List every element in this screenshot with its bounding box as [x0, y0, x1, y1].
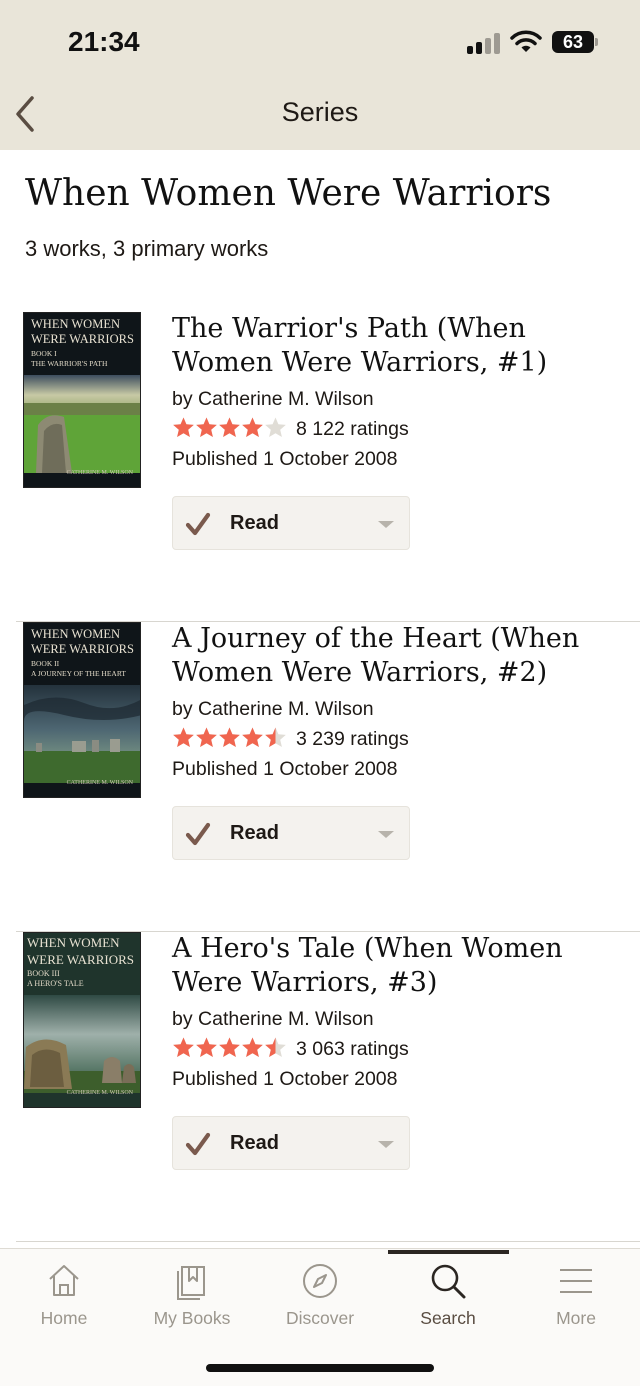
- tab-home[interactable]: Home: [0, 1249, 128, 1341]
- checkmark-icon: [185, 1132, 211, 1156]
- tab-label: My Books: [153, 1308, 231, 1328]
- published-date: Published 1 October 2008: [172, 1068, 398, 1090]
- tab-label: Search: [420, 1308, 476, 1328]
- tab-more[interactable]: More: [512, 1249, 640, 1341]
- cover-subtitle: BOOK II A JOURNEY OF THE HEART: [31, 659, 126, 678]
- active-tab-indicator: [388, 1250, 509, 1254]
- divider: [16, 1241, 640, 1242]
- star-filled-icon: [172, 1036, 195, 1060]
- book-item[interactable]: WHEN WOMEN WERE WARRIORS BOOK I THE WARR…: [0, 312, 640, 622]
- star-filled-icon: [218, 1036, 241, 1060]
- checkmark-icon: [185, 822, 211, 846]
- cover-author: CATHERINE M. WILSON: [66, 470, 133, 476]
- shelf-status-button[interactable]: Read: [172, 1116, 410, 1170]
- nav-title: Series: [281, 97, 359, 127]
- book-item[interactable]: WHEN WOMEN WERE WARRIORS BOOK III A HERO…: [0, 932, 640, 1242]
- tab-label: Discover: [285, 1308, 355, 1328]
- book-cover[interactable]: WHEN WOMEN WERE WARRIORS BOOK III A HERO…: [23, 932, 141, 1108]
- battery-indicator: 63: [552, 31, 594, 53]
- book-title[interactable]: A Hero's Tale (When Women Were Warriors,…: [172, 932, 622, 1000]
- book-cover[interactable]: WHEN WOMEN WERE WARRIORS BOOK I THE WARR…: [23, 312, 141, 488]
- tab-my-books[interactable]: My Books: [128, 1249, 256, 1341]
- star-filled-icon: [218, 416, 241, 440]
- star-filled-icon: [172, 416, 195, 440]
- ratings-count: 8 122 ratings: [296, 418, 409, 440]
- star-half-icon: [264, 726, 287, 750]
- shelf-label: Read: [230, 822, 279, 844]
- cover-author: CATHERINE M. WILSON: [66, 780, 133, 786]
- tab-label: Home: [40, 1308, 88, 1328]
- home-indicator: [206, 1364, 434, 1372]
- tab-label: More: [556, 1308, 596, 1328]
- my-books-icon: [177, 1266, 205, 1300]
- tab-discover[interactable]: Discover: [256, 1249, 384, 1341]
- ratings-count: 3 063 ratings: [296, 1038, 409, 1060]
- chevron-down-icon[interactable]: [378, 521, 394, 528]
- book-author[interactable]: by Catherine M. Wilson: [172, 1008, 374, 1031]
- cover-title: WHEN WOMEN WERE WARRIORS: [27, 935, 135, 967]
- book-cover[interactable]: WHEN WOMEN WERE WARRIORS BOOK II A JOURN…: [23, 622, 141, 798]
- compass-icon: [303, 1264, 337, 1298]
- book-title[interactable]: A Journey of the Heart (When Women Were …: [172, 622, 622, 690]
- shelf-label: Read: [230, 512, 279, 534]
- star-half-icon: [264, 1036, 287, 1060]
- header-bar: 21:34 63 Series: [0, 0, 640, 150]
- menu-icon: [560, 1269, 592, 1293]
- cover-title: WHEN WOMEN WERE WARRIORS: [31, 317, 134, 346]
- book-item[interactable]: WHEN WOMEN WERE WARRIORS BOOK II A JOURN…: [0, 622, 640, 932]
- cover-landscape-image: [24, 685, 140, 783]
- status-time: 21:34: [68, 26, 140, 57]
- cover-title: WHEN WOMEN WERE WARRIORS: [31, 627, 134, 656]
- cover-landscape-image: [24, 995, 140, 1093]
- star-filled-icon: [241, 726, 264, 750]
- search-icon: [431, 1264, 466, 1299]
- home-icon: [49, 1265, 79, 1296]
- star-filled-icon: [241, 416, 264, 440]
- shelf-status-button[interactable]: Read: [172, 806, 410, 860]
- book-title[interactable]: The Warrior's Path (When Women Were Warr…: [172, 312, 622, 380]
- published-date: Published 1 October 2008: [172, 758, 398, 780]
- star-rating: [172, 416, 287, 442]
- shelf-label: Read: [230, 1132, 279, 1154]
- published-date: Published 1 October 2008: [172, 448, 398, 470]
- series-title: When Women Were Warriors: [25, 173, 552, 214]
- shelf-status-button[interactable]: Read: [172, 496, 410, 550]
- book-author[interactable]: by Catherine M. Wilson: [172, 698, 374, 721]
- cover-landscape-image: [24, 375, 140, 473]
- tab-search[interactable]: Search: [384, 1249, 512, 1341]
- star-rating: [172, 726, 287, 752]
- wifi-icon: [510, 30, 542, 52]
- chevron-down-icon[interactable]: [378, 831, 394, 838]
- chevron-down-icon[interactable]: [378, 1141, 394, 1148]
- star-rating: [172, 1036, 287, 1062]
- checkmark-icon: [185, 512, 211, 536]
- star-filled-icon: [195, 416, 218, 440]
- cellular-signal-icon: [467, 32, 501, 54]
- star-filled-icon: [195, 726, 218, 750]
- star-empty-icon: [264, 416, 287, 440]
- battery-nub: [595, 38, 598, 46]
- cover-subtitle: BOOK III A HERO'S TALE: [27, 969, 84, 988]
- cover-subtitle: BOOK I THE WARRIOR'S PATH: [31, 349, 108, 368]
- ratings-count: 3 239 ratings: [296, 728, 409, 750]
- star-filled-icon: [218, 726, 241, 750]
- series-meta: 3 works, 3 primary works: [25, 236, 269, 261]
- star-filled-icon: [241, 1036, 264, 1060]
- star-filled-icon: [172, 726, 195, 750]
- book-author[interactable]: by Catherine M. Wilson: [172, 388, 374, 411]
- star-filled-icon: [195, 1036, 218, 1060]
- cover-author: CATHERINE M. WILSON: [66, 1090, 133, 1096]
